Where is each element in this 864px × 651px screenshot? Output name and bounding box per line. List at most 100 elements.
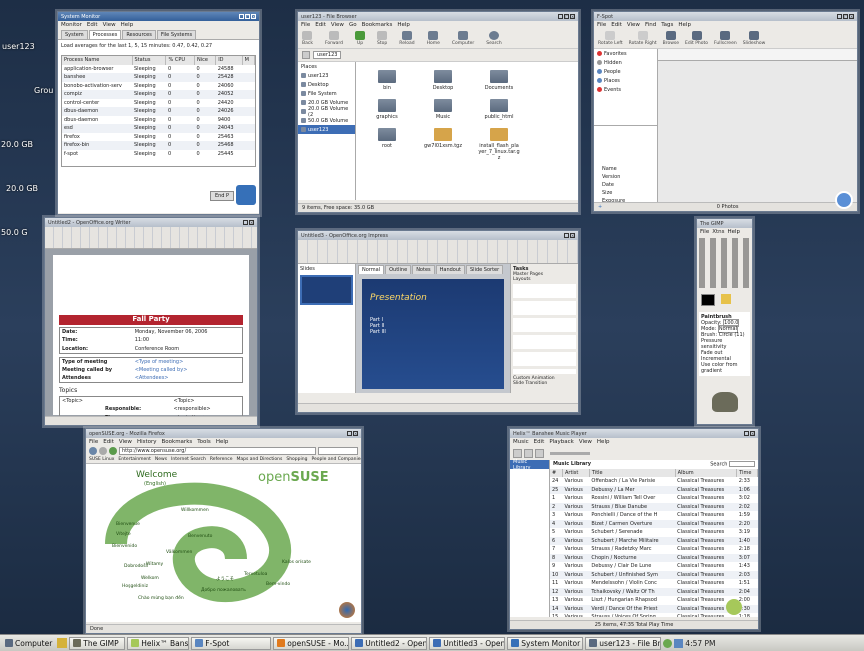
tool-grid[interactable]	[699, 238, 750, 288]
previous-button[interactable]	[513, 448, 522, 458]
fullscreen-button[interactable]: Fullscreen	[714, 31, 737, 46]
banshee-window[interactable]: Helix™ Banshee Music Player _ × Music Edi…	[509, 428, 759, 630]
location-toggle[interactable]	[302, 51, 310, 59]
col-memory[interactable]: M	[242, 56, 255, 65]
table-row[interactable]: esd Sleeping 0 0 24043	[62, 124, 255, 133]
tab-outline[interactable]: Outline	[385, 265, 412, 274]
table-row[interactable]: 3 Various Ponchielli / Dance of the H Class…	[550, 511, 758, 520]
menu-go[interactable]: Go	[349, 22, 357, 28]
option-checkbox[interactable]: Use color from gradient	[701, 362, 748, 374]
desktop-icon-user123[interactable]: user123	[2, 42, 35, 51]
places-item[interactable]: 50.0 GB Volume	[298, 116, 355, 125]
places-item[interactable]: 20.0 GB Volume (2	[298, 106, 355, 118]
menu-monitor[interactable]: Monitor	[61, 22, 82, 28]
places-header[interactable]: Places	[298, 62, 355, 71]
forward-button[interactable]: Forward	[325, 31, 343, 46]
close-icon[interactable]: ×	[570, 13, 575, 19]
close-icon[interactable]: ×	[849, 13, 854, 19]
menu-item[interactable]: Edit	[103, 439, 114, 445]
brush-select[interactable]: Circle (11)	[719, 332, 745, 338]
table-row[interactable]: compiz Sleeping 0 0 24052	[62, 90, 255, 99]
pattern-swatch[interactable]	[721, 294, 731, 304]
slide-transition-section[interactable]: Slide Transition	[513, 381, 576, 386]
taskbar-button[interactable]: Untitled3 - Open...	[429, 636, 506, 650]
taskbar-button[interactable]: The GIMP	[69, 636, 126, 650]
tab-processes[interactable]: Processes	[88, 30, 122, 39]
table-row[interactable]: f-spot Sleeping 0 0 25445	[62, 150, 255, 159]
menu-bookmarks[interactable]: Bookmarks	[362, 22, 393, 28]
table-row[interactable]: 11 Various Mendelssohn / Violin Conc Classi…	[550, 579, 758, 588]
greeting-link[interactable]: Dobrodošli	[124, 564, 148, 569]
table-row[interactable]: 1 Various Rossini / William Tell Over Class…	[550, 494, 758, 503]
tab-resources[interactable]: Resources	[122, 30, 156, 39]
menu-help[interactable]: Help	[397, 22, 410, 28]
menu-item[interactable]: File	[89, 439, 98, 445]
taskbar-button[interactable]: openSUSE - Mo...	[273, 636, 350, 650]
fspot-titlebar[interactable]: F-Spot _ □ ×	[594, 12, 857, 21]
slide-thumbnail-1[interactable]	[300, 275, 353, 305]
rotate-left-button[interactable]: Rotate Left	[598, 31, 623, 46]
writer-titlebar[interactable]: Untitled2 - OpenOffice.org Writer _ ×	[45, 218, 257, 227]
col-artist[interactable]: Artist	[562, 468, 590, 477]
greeting-link[interactable]: Bienvenido	[112, 544, 137, 549]
file-item[interactable]: gw7l01xsm.tgz	[422, 128, 464, 161]
document-page[interactable]: Fall Party Date: Monday, November 06, 200…	[53, 255, 249, 423]
stop-button[interactable]: Stop	[377, 31, 387, 46]
taskbar-button[interactable]: Helix™ Banshe...	[127, 636, 190, 650]
search-field[interactable]	[318, 447, 358, 455]
greeting-link[interactable]: Välkommen	[166, 550, 192, 555]
end-process-button[interactable]: End P	[209, 190, 235, 201]
greeting-link[interactable]: Bienvenue	[116, 522, 140, 527]
col-time[interactable]: Time	[736, 468, 758, 477]
tag-item[interactable]: Hidden	[594, 58, 657, 67]
greeting-link[interactable]: Witamy	[146, 562, 163, 567]
menu-edit[interactable]: Edit	[315, 22, 326, 28]
taskbar-button[interactable]: user123 - File Br...	[585, 636, 662, 650]
table-row[interactable]: 4 Various Bizet / Carmen Overture Classical…	[550, 519, 758, 528]
gimp-toolbox-window[interactable]: The GIMP File Xtns Help Paintbrush Opaci…	[696, 218, 753, 425]
minimize-icon[interactable]: _	[558, 13, 563, 19]
banshee-titlebar[interactable]: Helix™ Banshee Music Player _ ×	[510, 429, 758, 438]
file-browser-titlebar[interactable]: user123 - File Browser _ □ ×	[298, 12, 578, 21]
greeting-link[interactable]: Vítejte	[116, 532, 131, 537]
desktop-icon-group[interactable]: Grou	[34, 86, 53, 95]
table-row[interactable]: 8 Various Chopin / Nocturne Classical Treas…	[550, 553, 758, 562]
writer-window[interactable]: Untitled2 - OpenOffice.org Writer _ × Fal…	[44, 217, 258, 426]
close-icon[interactable]: ×	[251, 13, 256, 19]
back-icon[interactable]	[89, 447, 97, 455]
col-cpu[interactable]: % CPU	[165, 56, 196, 65]
file-item[interactable]: Music	[422, 99, 464, 120]
desktop-icon-volume-2[interactable]: 20.0 GB	[6, 184, 38, 193]
tag-item[interactable]: Places	[594, 76, 657, 85]
layouts-section[interactable]: Layouts	[513, 277, 576, 282]
maximize-icon[interactable]: □	[843, 13, 848, 19]
table-row[interactable]: 24 Various Offenbach / La Vie Parisie Class…	[550, 477, 758, 486]
menu-file[interactable]: File	[301, 22, 310, 28]
file-item[interactable]: bin	[366, 70, 408, 91]
minimize-icon[interactable]: _	[564, 232, 569, 238]
impress-toolbars[interactable]	[298, 240, 578, 264]
firefox-titlebar[interactable]: openSUSE.org - Mozilla Firefox _ ×	[86, 429, 361, 438]
menu-item[interactable]: History	[137, 439, 157, 445]
bookmark-item[interactable]: News	[155, 457, 167, 462]
file-item[interactable]: graphics	[366, 99, 408, 120]
tab-notes[interactable]: Notes	[412, 265, 435, 274]
bookmark-item[interactable]: Maps and Directions	[237, 457, 283, 462]
tab-system[interactable]: System	[61, 30, 88, 39]
minimize-icon[interactable]: _	[744, 430, 749, 436]
greeting-link[interactable]: Hoşgeldiniz	[122, 584, 148, 589]
edit-photo-button[interactable]: Edit Photo	[685, 31, 708, 46]
tag-item[interactable]: Favorites	[594, 49, 657, 58]
play-button[interactable]	[524, 448, 533, 458]
taskbar-button[interactable]: System Monitor	[507, 636, 584, 650]
greeting-link[interactable]: Welkom	[141, 576, 159, 581]
table-row[interactable]: bonobo-activation-serv Sleeping 0 0 24060	[62, 82, 255, 91]
menu-edit[interactable]: Edit	[87, 22, 98, 28]
reload-icon[interactable]	[109, 447, 117, 455]
menu-file[interactable]: File	[597, 22, 606, 28]
timeline-bar[interactable]	[658, 49, 857, 61]
greeting-link[interactable]: Kalos orísate	[282, 560, 311, 565]
menu-edit[interactable]: Edit	[534, 439, 545, 445]
col-nice[interactable]: Nice	[194, 56, 217, 65]
desktop-icon-volume-3[interactable]: 50.0 G	[1, 228, 28, 237]
